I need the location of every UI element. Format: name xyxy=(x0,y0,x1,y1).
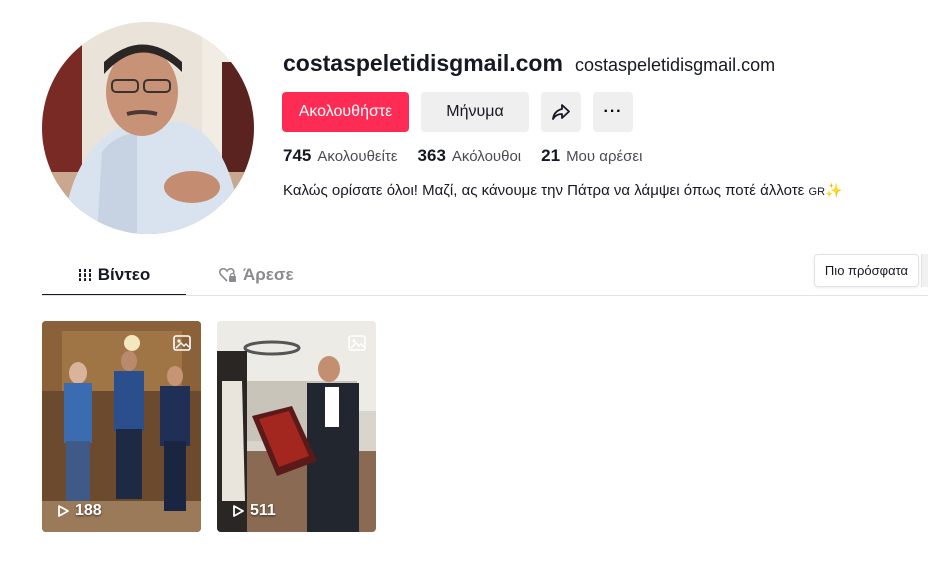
tab-videos[interactable]: Βίντεο xyxy=(42,262,186,296)
following-label: Ακολουθείτε xyxy=(317,148,398,165)
followers-stat[interactable]: 363 Ακόλουθοι xyxy=(418,146,522,166)
profile-nickname: costaspeletidisgmail.com xyxy=(575,55,776,75)
sort-next-button[interactable] xyxy=(921,254,928,287)
profile-username: costaspeletidisgmail.com xyxy=(283,50,563,76)
video-thumbnail-image xyxy=(217,321,376,532)
heart-lock-icon xyxy=(219,267,237,283)
profile-bio: Καλώς ορίσατε όλοι! Μαζί, ας κάνουμε την… xyxy=(283,182,842,199)
photo-badge-icon xyxy=(173,335,191,351)
view-count: 188 xyxy=(56,502,102,520)
sort-latest-button[interactable]: Πιο πρόσφατα xyxy=(814,254,919,287)
follow-button[interactable]: Ακολουθήστε xyxy=(282,92,409,132)
photo-badge-icon xyxy=(348,335,366,351)
following-stat[interactable]: 745 Ακολουθείτε xyxy=(283,146,398,166)
play-icon xyxy=(233,505,244,517)
likes-stat: 21 Μου αρέσει xyxy=(541,146,642,166)
followers-count: 363 xyxy=(417,146,446,165)
tab-videos-label: Βίντεο xyxy=(97,265,151,284)
bio-text: Καλώς ορίσατε όλοι! Μαζί, ας κάνουμε την… xyxy=(283,182,805,199)
flag-gr-icon: GR xyxy=(808,186,826,198)
avatar-image xyxy=(42,22,254,234)
view-count-value: 188 xyxy=(75,502,102,519)
video-thumbnail[interactable]: 511 xyxy=(217,321,376,532)
following-count: 745 xyxy=(283,146,312,165)
profile-stats: 745 Ακολουθείτε 363 Ακόλουθοι 21 Μου αρέ… xyxy=(283,146,662,166)
video-thumbnail-image xyxy=(42,321,201,532)
followers-label: Ακόλουθοι xyxy=(451,148,522,165)
tabs-divider xyxy=(42,295,928,296)
likes-count: 21 xyxy=(541,146,561,165)
message-button[interactable]: Μήνυμα xyxy=(421,92,529,132)
tab-liked-label: Άρεσε xyxy=(243,265,294,284)
view-count: 511 xyxy=(231,502,276,520)
play-icon xyxy=(58,505,69,517)
sparkle-icon: ✨ xyxy=(825,182,843,198)
view-count-value: 511 xyxy=(250,502,276,519)
more-icon: ··· xyxy=(603,103,623,120)
share-icon xyxy=(552,104,570,120)
likes-label: Μου αρέσει xyxy=(566,148,643,165)
share-button[interactable] xyxy=(541,92,581,132)
profile-avatar[interactable] xyxy=(42,22,254,234)
grid-lines-icon xyxy=(77,268,92,282)
video-thumbnail[interactable]: 188 xyxy=(42,321,201,532)
more-options-button[interactable]: ··· xyxy=(593,92,633,132)
tab-liked[interactable]: Άρεσε xyxy=(219,262,294,296)
